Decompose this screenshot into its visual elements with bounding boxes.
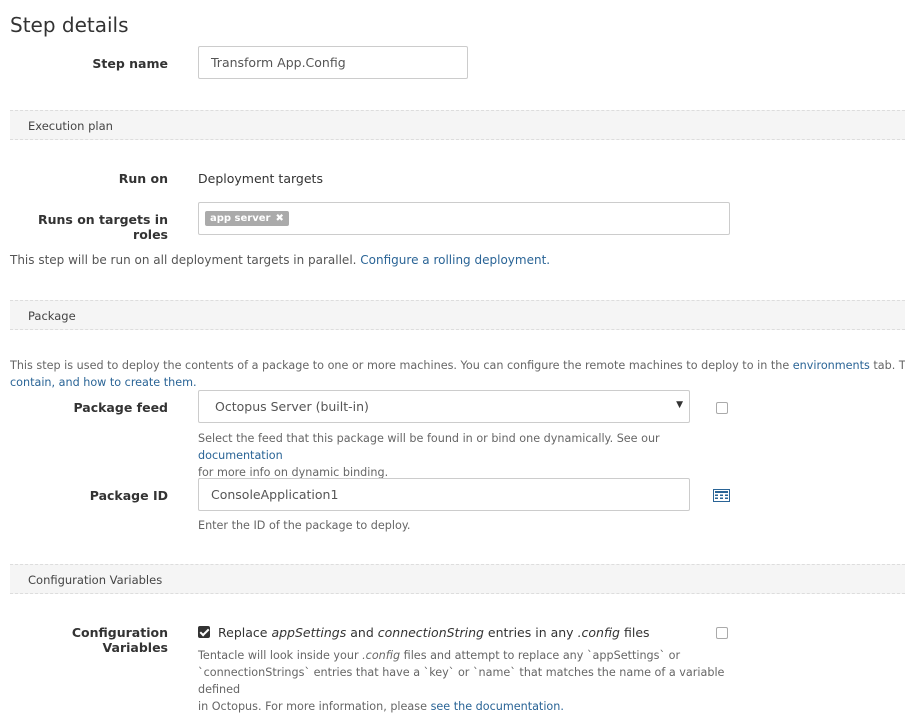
replace-text-1: Replace: [218, 625, 268, 640]
config-vars-bind-checkbox[interactable]: [716, 627, 728, 639]
parallel-note: This step will be run on all deployment …: [10, 253, 550, 267]
role-tag-label: app server: [210, 213, 271, 224]
step-name-value: Transform App.Config: [211, 55, 346, 70]
environments-link[interactable]: environments: [793, 359, 870, 372]
package-feed-select[interactable]: Octopus Server (built-in) ▼: [198, 390, 690, 423]
package-feed-bind-checkbox[interactable]: [716, 402, 728, 414]
replace-text-2: and: [350, 625, 374, 640]
execution-plan-section-header: Execution plan: [10, 110, 905, 140]
package-id-input[interactable]: ConsoleApplication1: [198, 478, 690, 511]
run-on-label: Run on: [118, 171, 168, 186]
variable-picker-icon[interactable]: [713, 489, 730, 502]
page-title: Step details: [10, 13, 129, 37]
config-help-2: files and attempt to replace any `appSet…: [403, 649, 681, 662]
replace-text-config: .config: [577, 625, 620, 640]
package-feed-help: Select the feed that this package will b…: [198, 430, 728, 481]
replace-config-checkbox[interactable]: [198, 626, 210, 638]
step-name-input[interactable]: Transform App.Config: [198, 46, 468, 79]
config-vars-help: Tentacle will look inside your .config f…: [198, 647, 738, 715]
replace-text-appsettings: appSettings: [271, 625, 347, 640]
rolling-deployment-link[interactable]: Configure a rolling deployment.: [360, 253, 550, 267]
package-id-help: Enter the ID of the package to deploy.: [198, 519, 411, 532]
config-vars-section-header: Configuration Variables: [10, 564, 905, 594]
step-name-label: Step name: [92, 56, 168, 71]
parallel-note-text: This step will be run on all deployment …: [10, 253, 357, 267]
replace-text-4: files: [623, 625, 650, 640]
package-intro: This step is used to deploy the contents…: [10, 357, 905, 374]
config-help-em: .config: [362, 649, 401, 662]
package-id-label: Package ID: [89, 488, 168, 503]
replace-text-3: entries in any: [487, 625, 574, 640]
package-section-title: Package: [28, 309, 76, 323]
config-vars-label: Configuration Variables: [71, 625, 168, 655]
config-vars-section-title: Configuration Variables: [28, 573, 163, 587]
run-on-value: Deployment targets: [198, 171, 323, 186]
roles-label: Runs on targets in roles: [37, 212, 168, 242]
package-intro-line2: contain, and how to create them.: [10, 374, 197, 391]
replace-config-label[interactable]: Replace appSettings and connectionString…: [218, 625, 650, 640]
package-id-value: ConsoleApplication1: [211, 487, 339, 502]
config-help-3: `connectionStrings` entries that have a …: [198, 666, 725, 696]
package-feed-value: Octopus Server (built-in): [215, 399, 369, 414]
chevron-down-icon: ▼: [676, 400, 683, 410]
roles-input[interactable]: app server ✖: [198, 202, 730, 235]
package-feed-label: Package feed: [73, 400, 168, 415]
config-help-1: Tentacle will look inside your: [198, 649, 359, 662]
package-intro-text-2: tab. The packag: [873, 359, 905, 372]
role-tag: app server ✖: [205, 211, 289, 226]
documentation-link[interactable]: documentation: [198, 449, 283, 462]
package-section-header: Package: [10, 300, 905, 330]
package-feed-help-text: Select the feed that this package will b…: [198, 432, 660, 445]
close-icon[interactable]: ✖: [275, 213, 283, 224]
replace-text-connectionstring: connectionString: [377, 625, 484, 640]
execution-plan-section-title: Execution plan: [28, 119, 113, 133]
create-packages-link[interactable]: contain, and how to create them.: [10, 376, 197, 389]
package-intro-text: This step is used to deploy the contents…: [10, 359, 790, 372]
config-documentation-link[interactable]: see the documentation.: [431, 700, 564, 713]
config-help-4: in Octopus. For more information, please: [198, 700, 427, 713]
